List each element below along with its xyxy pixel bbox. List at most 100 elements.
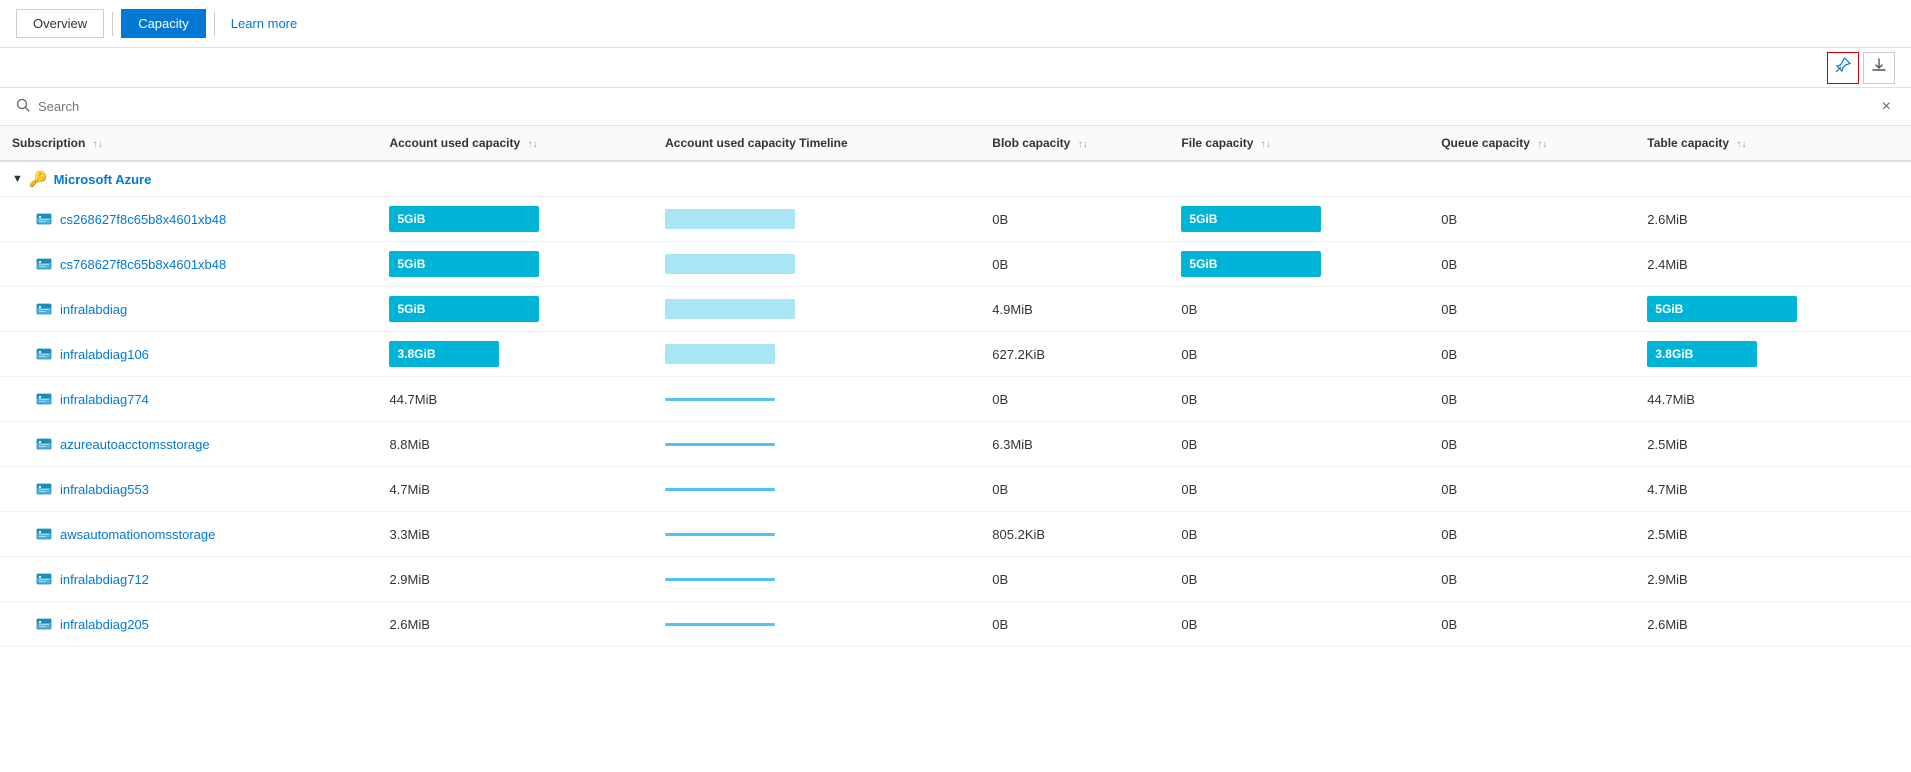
queue-capacity-cell: 0B — [1429, 512, 1635, 557]
learn-more-link[interactable]: Learn more — [223, 10, 305, 37]
group-chevron-icon[interactable]: ▼ — [12, 173, 23, 185]
timeline-bar-wrap — [665, 521, 825, 547]
timeline-bar-thin — [665, 623, 775, 626]
overview-button[interactable]: Overview — [16, 9, 104, 38]
table-row: cs268627f8c65b8x4601xb48 5GiB0B5GiB0B2.6… — [0, 197, 1911, 242]
file-capacity-value: 0B — [1181, 527, 1197, 542]
timeline-bar-wrap — [665, 206, 825, 232]
queue-capacity-value: 0B — [1441, 482, 1457, 497]
table-row: infralabdiag 5GiB 4.9MiB 0B 0B 5GiB — [0, 287, 1911, 332]
blob-capacity-cell: 627.2KiB — [980, 332, 1169, 377]
table-capacity-value: 2.5MiB — [1647, 437, 1687, 452]
col-header-queue-capacity[interactable]: Queue capacity ↑↓ — [1429, 126, 1635, 161]
timeline-bar-thin — [665, 533, 775, 536]
table-capacity-cell: 2.4MiB — [1635, 242, 1911, 287]
toolbar — [0, 48, 1911, 88]
account-cell: cs268627f8c65b8x4601xb48 — [12, 211, 365, 227]
timeline-bar-thin — [665, 398, 775, 401]
table-capacity-value: 2.9MiB — [1647, 572, 1687, 587]
capacity-value: 44.7MiB — [389, 392, 437, 407]
account-name[interactable]: infralabdiag553 — [60, 482, 149, 497]
file-capacity-value: 0B — [1181, 392, 1197, 407]
col-header-account-used-capacity[interactable]: Account used capacity ↑↓ — [377, 126, 653, 161]
pin-button[interactable] — [1827, 52, 1859, 84]
file-capacity-value: 0B — [1181, 437, 1197, 452]
storage-icon — [36, 301, 52, 317]
table-row: infralabdiag712 2.9MiB0B0B0B2.9MiB — [0, 557, 1911, 602]
queue-capacity-value: 0B — [1441, 392, 1457, 407]
queue-capacity-value: 0B — [1441, 257, 1457, 272]
col-header-timeline[interactable]: Account used capacity Timeline — [653, 126, 980, 161]
group-label-microsoft-azure[interactable]: Microsoft Azure — [54, 172, 152, 187]
queue-capacity-cell: 0B — [1429, 287, 1635, 332]
group-row-microsoft-azure: ▼ 🔑 Microsoft Azure — [0, 161, 1911, 197]
queue-capacity-value: 0B — [1441, 302, 1457, 317]
timeline-cell — [653, 422, 980, 467]
queue-capacity-value: 0B — [1441, 617, 1457, 632]
storage-icon — [36, 211, 52, 227]
storage-icon — [36, 481, 52, 497]
file-capacity-cell: 0B — [1169, 332, 1429, 377]
timeline-bar-thin — [665, 578, 775, 581]
storage-icon — [36, 256, 52, 272]
sort-icon-blob: ↑↓ — [1078, 139, 1088, 150]
download-button[interactable] — [1863, 52, 1895, 84]
storage-icon — [36, 346, 52, 362]
account-name[interactable]: infralabdiag — [60, 302, 127, 317]
account-name[interactable]: cs768627f8c65b8x4601xb48 — [60, 257, 226, 272]
capacity-value: 4.7MiB — [389, 482, 429, 497]
col-header-subscription[interactable]: Subscription ↑↓ — [0, 126, 377, 161]
account-name[interactable]: awsautomationomsstorage — [60, 527, 215, 542]
account-name[interactable]: cs268627f8c65b8x4601xb48 — [60, 212, 226, 227]
queue-capacity-cell: 0B — [1429, 467, 1635, 512]
blob-capacity-cell: 0B — [980, 197, 1169, 242]
file-capacity-value: 0B — [1181, 302, 1197, 317]
account-used-capacity-cell: 3.3MiB — [377, 512, 653, 557]
table-capacity-cell: 44.7MiB — [1635, 377, 1911, 422]
blob-capacity-value: 4.9MiB — [992, 302, 1032, 317]
table-row: infralabdiag205 2.6MiB0B0B0B2.6MiB — [0, 602, 1911, 647]
blob-capacity-value: 0B — [992, 617, 1008, 632]
blob-capacity-value: 0B — [992, 572, 1008, 587]
blob-capacity-cell: 4.9MiB — [980, 287, 1169, 332]
sort-icon-table: ↑↓ — [1736, 139, 1746, 150]
account-used-capacity-cell: 2.6MiB — [377, 602, 653, 647]
search-bar: × — [0, 88, 1911, 126]
search-clear-button[interactable]: × — [1878, 98, 1895, 116]
account-cell: azureautoacctomsstorage — [12, 436, 365, 452]
account-name[interactable]: infralabdiag205 — [60, 617, 149, 632]
table-capacity-bar: 5GiB — [1647, 296, 1797, 322]
blob-capacity-cell: 0B — [980, 557, 1169, 602]
capacity-button[interactable]: Capacity — [121, 9, 206, 38]
table-row: awsautomationomsstorage 3.3MiB 805.2KiB 0B… — [0, 512, 1911, 557]
col-header-blob-capacity[interactable]: Blob capacity ↑↓ — [980, 126, 1169, 161]
file-capacity-value: 0B — [1181, 572, 1197, 587]
timeline-bar-wrap — [665, 341, 825, 367]
download-icon — [1871, 57, 1887, 78]
timeline-cell — [653, 242, 980, 287]
blob-capacity-cell: 0B — [980, 377, 1169, 422]
timeline-bar — [665, 209, 795, 229]
col-header-file-capacity[interactable]: File capacity ↑↓ — [1169, 126, 1429, 161]
account-used-capacity-cell: 2.9MiB — [377, 557, 653, 602]
capacity-value: 2.9MiB — [389, 572, 429, 587]
account-name[interactable]: infralabdiag712 — [60, 572, 149, 587]
blob-capacity-cell: 0B — [980, 467, 1169, 512]
blob-capacity-value: 0B — [992, 212, 1008, 227]
blob-capacity-cell: 805.2KiB — [980, 512, 1169, 557]
queue-capacity-cell: 0B — [1429, 377, 1635, 422]
file-capacity-cell: 0B — [1169, 512, 1429, 557]
account-name[interactable]: azureautoacctomsstorage — [60, 437, 210, 452]
blob-capacity-value: 0B — [992, 257, 1008, 272]
pin-icon — [1835, 57, 1851, 78]
account-name[interactable]: infralabdiag106 — [60, 347, 149, 362]
account-name[interactable]: infralabdiag774 — [60, 392, 149, 407]
col-header-table-capacity[interactable]: Table capacity ↑↓ — [1635, 126, 1911, 161]
account-used-capacity-cell: 5GiB — [377, 287, 653, 332]
search-input[interactable] — [38, 99, 1878, 114]
blob-capacity-cell: 0B — [980, 242, 1169, 287]
timeline-bar-wrap — [665, 431, 825, 457]
capacity-value: 8.8MiB — [389, 437, 429, 452]
timeline-bar-wrap — [665, 386, 825, 412]
queue-capacity-cell: 0B — [1429, 332, 1635, 377]
